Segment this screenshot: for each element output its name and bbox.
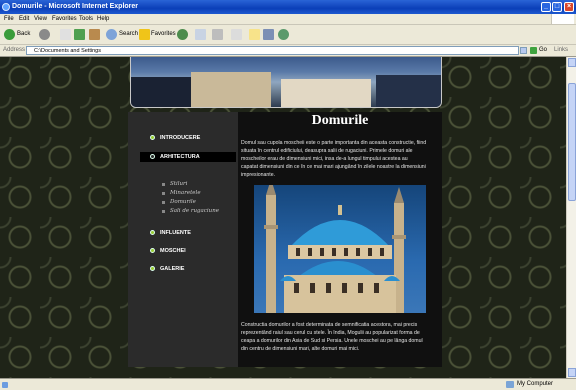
intro-paragraph: Domul sau cupola moscheii este o parte i…	[241, 139, 441, 179]
windows-logo-icon	[551, 14, 574, 24]
subnav-item-sali-de-rugaciune[interactable]: Sali de rugaciune	[162, 208, 219, 214]
menu-bar: File Edit View Favorites Tools Help	[0, 14, 576, 25]
folder-icon[interactable]	[249, 29, 260, 40]
paragraph-line: ceapa a domurilor din Asia de Sud si Per…	[241, 338, 423, 344]
nav-label: ARHITECTURA	[160, 154, 200, 160]
menu-view[interactable]: View	[34, 14, 47, 24]
back-arrow-icon[interactable]	[4, 29, 15, 40]
paragraph-line: din centru de dimensiuni mari, alte domu…	[241, 346, 360, 352]
print-icon[interactable]	[212, 29, 223, 40]
nav-item-galerie[interactable]: GALERIE	[150, 266, 185, 272]
media-icon[interactable]	[278, 29, 289, 40]
search-button-label[interactable]: Search	[119, 28, 138, 41]
close-button[interactable]: ×	[564, 2, 574, 12]
mail-icon[interactable]	[195, 29, 206, 40]
paragraph-line: capatat dimensiuni din ce în ce mai mari…	[241, 164, 426, 170]
scroll-down-icon[interactable]	[568, 368, 576, 377]
subnav-item-domurile[interactable]: Domurile	[162, 199, 196, 205]
dome-paragraph: Constructia domurilor a fost determinata…	[241, 321, 441, 353]
nav-bullet-icon	[150, 135, 155, 140]
address-input[interactable]: C:\Documents and Settings	[26, 46, 519, 55]
home-icon[interactable]	[89, 29, 100, 40]
paragraph-line: situata în centrul edificiului, deasupra…	[241, 148, 413, 154]
window-titlebar[interactable]: Domurile - Microsoft Internet Explorer _…	[0, 0, 576, 14]
address-value: C:\Documents and Settings	[34, 48, 101, 54]
history-icon[interactable]	[177, 29, 188, 40]
nav-bullet-icon	[150, 154, 155, 159]
nav-label: INFLUENTE	[160, 230, 191, 236]
toolbar: Back Search Favorites	[0, 25, 576, 45]
paragraph-line: moscheilor erau de dimensiuni mici, insa…	[241, 156, 408, 162]
address-bar: Address C:\Documents and Settings Go Lin…	[0, 45, 576, 57]
nav-bullet-icon	[150, 266, 155, 271]
paragraph-line: Domul sau cupola moscheii este o parte i…	[241, 140, 427, 146]
stop-icon[interactable]	[60, 29, 71, 40]
subnav-item-minaretele[interactable]: Minaretele	[162, 190, 201, 196]
edit-icon[interactable]	[231, 29, 242, 40]
scroll-up-icon[interactable]	[568, 58, 576, 67]
links-label[interactable]: Links	[554, 45, 568, 56]
menu-file[interactable]: File	[4, 14, 14, 24]
mosque-dome-photo	[254, 185, 426, 313]
forward-arrow-icon[interactable]	[39, 29, 50, 40]
computer-icon	[506, 381, 514, 388]
security-zone-label: My Computer	[517, 381, 554, 387]
subnav-item-stiluri[interactable]: Stiluri	[161, 181, 187, 187]
search-icon[interactable]	[106, 29, 117, 40]
nav-label: INTRODUCERE	[160, 135, 201, 141]
ie-icon	[2, 3, 10, 11]
address-dropdown-icon[interactable]	[520, 47, 527, 54]
scroll-thumb[interactable]	[568, 83, 576, 201]
paragraph-line: Constructia domurilor a fost determinata…	[241, 322, 418, 328]
go-button[interactable]: Go	[539, 45, 547, 56]
back-button-label[interactable]: Back	[17, 28, 30, 41]
minimize-button[interactable]: _	[541, 2, 551, 12]
menu-favorites[interactable]: Favorites	[52, 14, 77, 24]
menu-tools[interactable]: Tools	[79, 14, 93, 24]
paragraph-line: impresionante.	[241, 172, 276, 178]
window-title: Domurile - Microsoft Internet Explorer	[12, 3, 139, 10]
sidebar	[128, 112, 238, 367]
nav-item-moschei[interactable]: MOSCHEI	[150, 248, 186, 254]
favorites-button-label[interactable]: Favorites	[151, 28, 176, 41]
nav-label: GALERIE	[160, 266, 185, 272]
nav-label: MOSCHEI	[160, 248, 186, 254]
paragraph-line: reprezentând raiul sau cerul cu stele. Î…	[241, 330, 420, 336]
menu-help[interactable]: Help	[97, 14, 109, 24]
messenger-icon[interactable]	[263, 29, 274, 40]
header-image	[130, 57, 442, 108]
favorites-star-icon[interactable]	[139, 29, 150, 40]
page-title: Domurile	[311, 113, 369, 128]
page-status-icon	[2, 382, 8, 388]
go-arrow-icon[interactable]	[530, 47, 537, 54]
nav-item-introducere[interactable]: INTRODUCERE	[150, 135, 201, 141]
nav-bullet-icon	[150, 230, 155, 235]
refresh-icon[interactable]	[74, 29, 85, 40]
nav-item-arhitectura[interactable]: ARHITECTURA	[150, 154, 200, 160]
status-bar: My Computer	[0, 378, 576, 390]
maximize-button[interactable]: □	[552, 2, 562, 12]
vertical-scrollbar[interactable]	[566, 57, 576, 378]
nav-bullet-icon	[150, 248, 155, 253]
nav-item-influente[interactable]: INFLUENTE	[150, 230, 191, 236]
mosque-illustration	[264, 185, 406, 313]
menu-edit[interactable]: Edit	[19, 14, 29, 24]
address-label: Address	[3, 47, 26, 53]
